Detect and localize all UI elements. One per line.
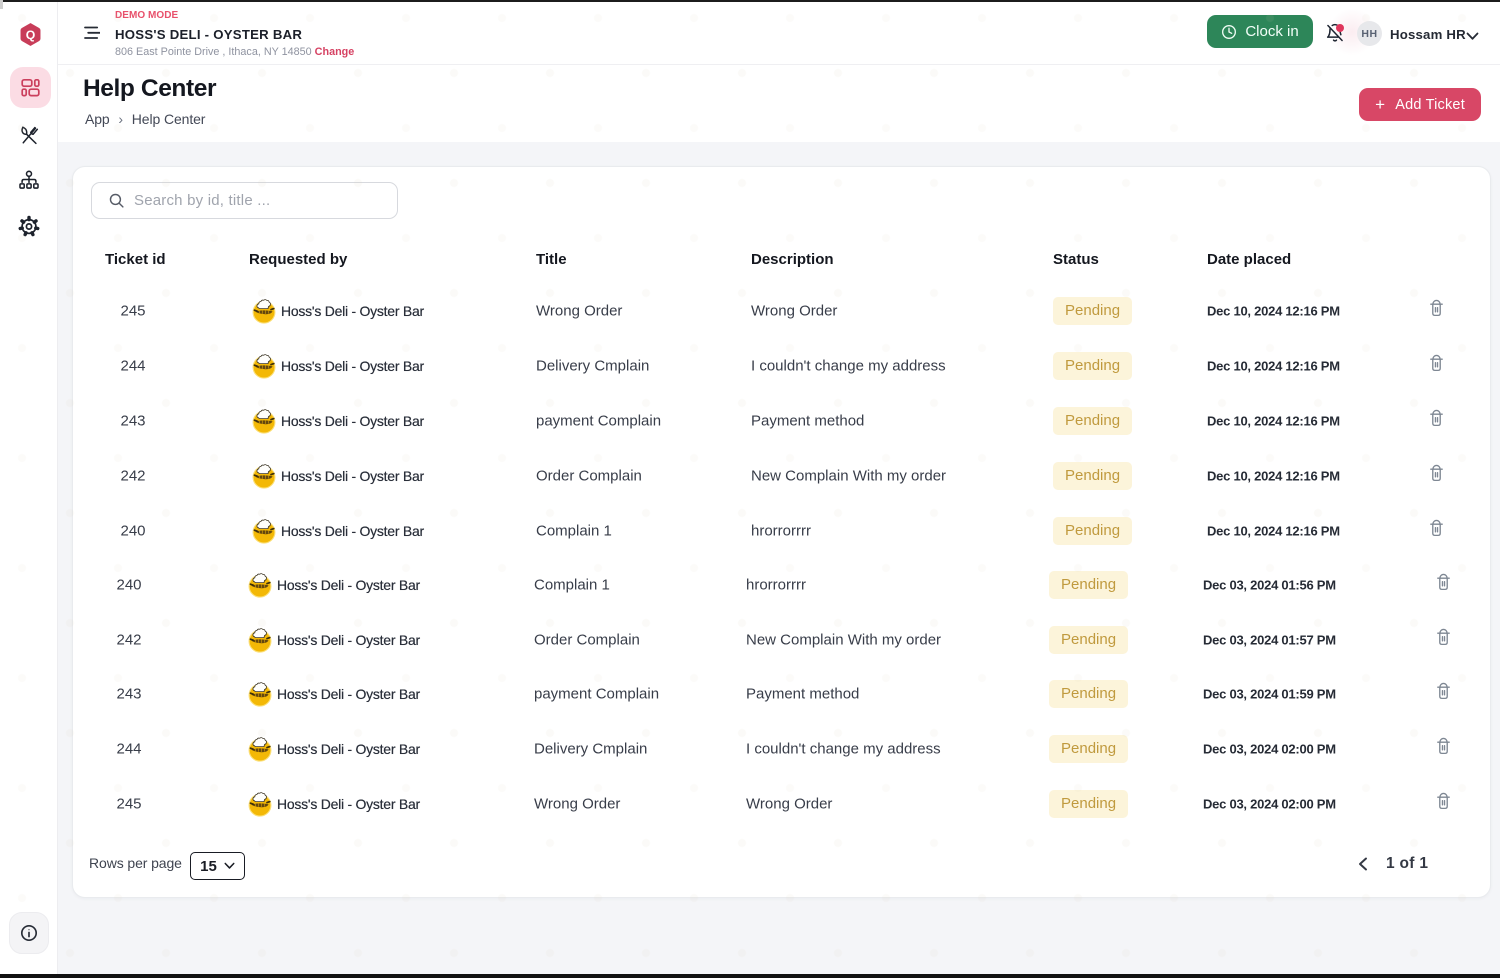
svg-text:Q: Q [26, 28, 36, 42]
